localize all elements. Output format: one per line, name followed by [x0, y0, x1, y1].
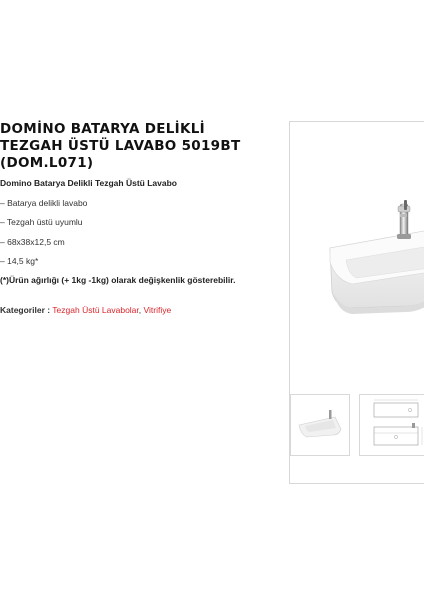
- product-title: DOMİNO BATARYA DELİKLİ TEZGAH ÜSTÜ LAVAB…: [0, 121, 280, 172]
- gallery-thumbnail-sink[interactable]: [290, 394, 350, 456]
- product-title-line-2: TEZGAH ÜSTÜ LAVABO 5019BT: [0, 138, 241, 154]
- spec-item: – Tezgah üstü uyumlu: [0, 217, 83, 227]
- categories-row: Kategoriler : Tezgah Üstü Lavabolar, Vit…: [0, 305, 171, 315]
- weight-note: (*)Ürün ağırlığı (+ 1kg -1kg) olarak değ…: [0, 275, 236, 285]
- sink-thumbnail-image: [298, 410, 342, 438]
- category-link-vitrifiye[interactable]: Vitrifiye: [144, 305, 172, 315]
- spec-item: – 68x38x12,5 cm: [0, 237, 65, 247]
- sink-with-faucet-image: [329, 200, 424, 314]
- main-product-image[interactable]: [290, 122, 424, 384]
- product-gallery: [289, 121, 424, 484]
- technical-drawing-thumbnail-image: [373, 399, 423, 446]
- product-subtitle: Domino Batarya Delikli Tezgah Üstü Lavab…: [0, 178, 177, 188]
- gallery-thumbnail-technical-drawing[interactable]: [359, 394, 424, 456]
- category-link-tezgah-ustu-lavabolar[interactable]: Tezgah Üstü Lavabolar: [52, 305, 138, 315]
- product-title-line-1: DOMİNO BATARYA DELİKLİ: [0, 121, 205, 137]
- product-title-line-3: (DOM.L071): [0, 155, 94, 171]
- spec-item: – 14,5 kg*: [0, 256, 39, 266]
- categories-label: Kategoriler :: [0, 305, 51, 315]
- spec-item: – Batarya delikli lavabo: [0, 198, 88, 208]
